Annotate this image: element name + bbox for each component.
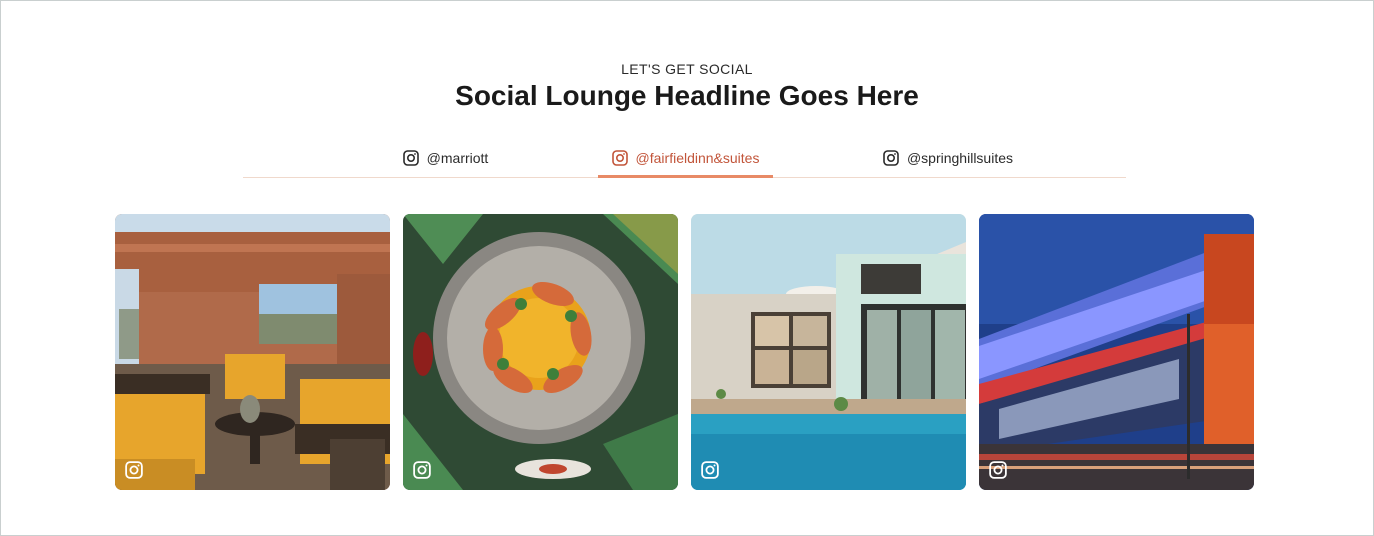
shrimp-dish-photo (403, 214, 678, 490)
instagram-icon (125, 461, 143, 479)
post-card-terrace[interactable] (115, 214, 390, 490)
instagram-icon (883, 150, 899, 166)
tab-label: @marriott (426, 150, 489, 166)
tab-fairfieldinn-suites[interactable]: @fairfieldinn&suites (598, 140, 773, 178)
section-headline: Social Lounge Headline Goes Here (455, 80, 919, 111)
terrace-photo (115, 214, 390, 490)
convention-center-photo (979, 214, 1254, 490)
instagram-icon (413, 461, 431, 479)
tab-springhillsuites[interactable]: @springhillsuites (853, 140, 1043, 176)
post-card-convention-center[interactable] (979, 214, 1254, 490)
instagram-icon (989, 461, 1007, 479)
tab-label: @fairfieldinn&suites (635, 150, 760, 166)
post-card-shrimp-dish[interactable] (403, 214, 678, 490)
social-header: LET'S GET SOCIAL Social Lounge Headline … (0, 61, 1374, 112)
tab-label: @springhillsuites (906, 150, 1014, 166)
section-eyebrow: LET'S GET SOCIAL (621, 61, 753, 77)
instagram-icon (611, 150, 628, 166)
post-card-indoor-pool[interactable] (691, 214, 966, 490)
indoor-pool-photo (691, 214, 966, 490)
instagram-icon (701, 461, 719, 479)
instagram-icon (402, 150, 419, 166)
social-tabs: @marriott @fairfieldinn&suites @springhi… (243, 131, 1126, 178)
tab-marriott[interactable]: @marriott (373, 140, 518, 176)
